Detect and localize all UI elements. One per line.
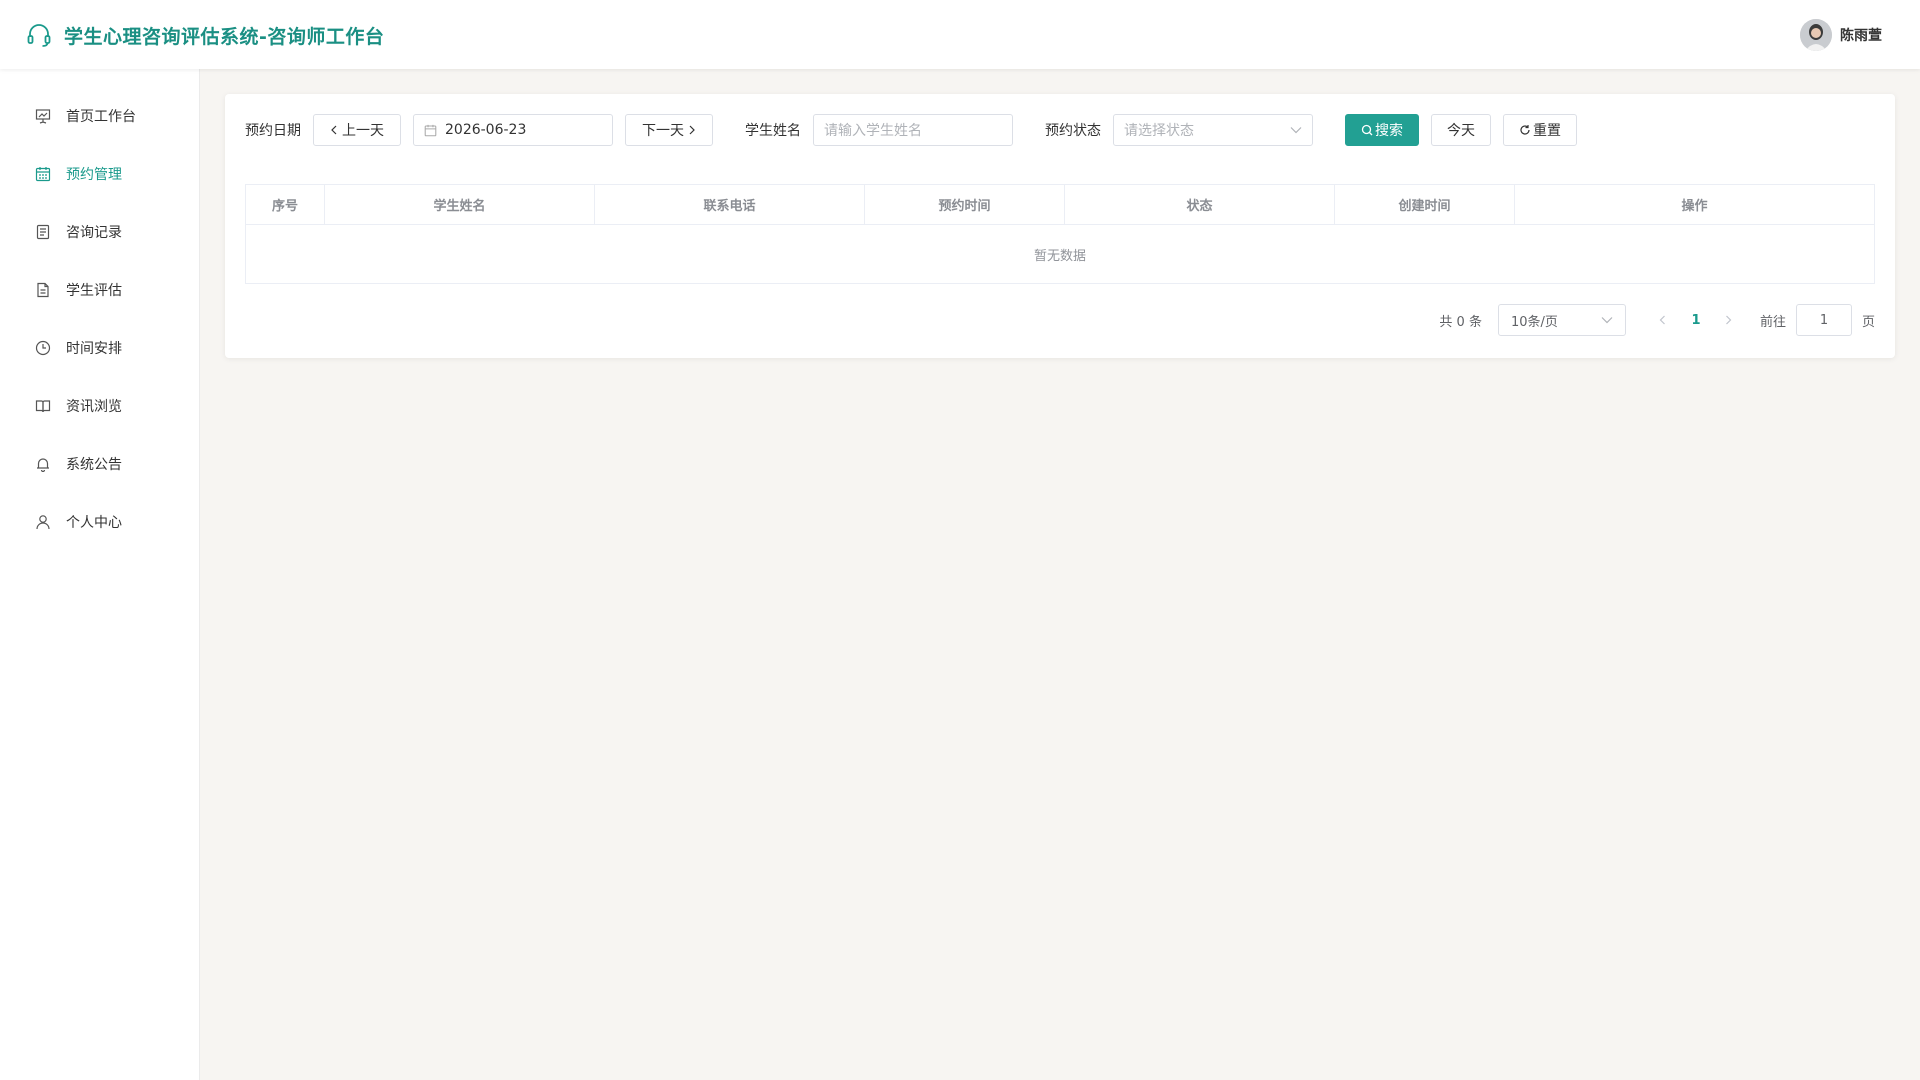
student-name-input[interactable]: 请输入学生姓名 <box>813 114 1013 146</box>
search-label: 搜索 <box>1375 122 1403 138</box>
chevron-right-icon <box>688 125 696 135</box>
top-header: 学生心理咨询评估系统-咨询师工作台 陈雨萱 <box>0 0 1920 69</box>
brand: 学生心理咨询评估系统-咨询师工作台 <box>24 20 384 50</box>
sidebar-item-assessment[interactable]: 学生评估 <box>0 261 199 319</box>
reset-button[interactable]: 重置 <box>1503 114 1577 146</box>
sidebar-item-label: 个人中心 <box>66 515 122 531</box>
prev-day-button[interactable]: 上一天 <box>313 114 401 146</box>
sidebar-item-records[interactable]: 咨询记录 <box>0 203 199 261</box>
user-name[interactable]: 陈雨萱 <box>1840 25 1882 45</box>
filter-bar: 预约日期 上一天 2026-06-23 下一天 学生姓名 请输入学生姓名 预约状… <box>245 114 1875 146</box>
goto-label: 前往 <box>1759 314 1786 330</box>
sidebar-item-appointments[interactable]: 预约管理 <box>0 145 199 203</box>
user-menu[interactable]: 陈雨萱 <box>1800 19 1882 51</box>
chevron-left-icon <box>330 125 338 135</box>
app-title: 学生心理咨询评估系统-咨询师工作台 <box>64 25 385 48</box>
sidebar-item-announcements[interactable]: 系统公告 <box>0 435 199 493</box>
sidebar-item-home[interactable]: 首页工作台 <box>0 87 199 145</box>
presentation-icon <box>34 107 52 125</box>
goto-page-input[interactable]: 1 <box>1795 304 1852 336</box>
next-page-button[interactable] <box>1714 315 1744 325</box>
sidebar-item-schedule[interactable]: 时间安排 <box>0 319 199 377</box>
column-header[interactable]: 状态 <box>1065 185 1335 224</box>
sidebar-item-label: 首页工作台 <box>66 109 136 125</box>
column-header[interactable]: 序号 <box>246 185 325 224</box>
student-name-label: 学生姓名 <box>745 123 801 139</box>
sidebar-item-label: 预约管理 <box>66 167 122 183</box>
headset-icon <box>24 20 54 50</box>
record-icon <box>34 223 52 241</box>
sidebar-item-profile[interactable]: 个人中心 <box>0 493 199 551</box>
column-header[interactable]: 联系电话 <box>595 185 865 224</box>
appointments-table: 序号 学生姓名 联系电话 预约时间 状态 创建时间 操作 暂无数据 <box>245 184 1875 284</box>
next-day-label: 下一天 <box>642 122 684 138</box>
search-icon <box>1361 124 1373 136</box>
empty-state: 暂无数据 <box>1033 248 1086 264</box>
student-name-placeholder: 请输入学生姓名 <box>824 123 922 139</box>
goto-page: 前往 1 页 <box>1760 304 1875 336</box>
sidebar-item-news[interactable]: 资讯浏览 <box>0 377 199 435</box>
calendar-icon <box>34 165 52 183</box>
column-header[interactable]: 操作 <box>1515 185 1874 224</box>
sidebar-item-label: 学生评估 <box>66 283 122 299</box>
column-header[interactable]: 创建时间 <box>1335 185 1515 224</box>
prev-day-label: 上一天 <box>342 122 384 138</box>
avatar[interactable] <box>1800 19 1832 51</box>
sidebar-item-label: 咨询记录 <box>66 225 122 241</box>
user-icon <box>34 513 52 531</box>
document-icon <box>34 281 52 299</box>
sidebar: 首页工作台 预约管理 咨询记录 学生评估 时间安排 资讯浏览 系统公告 个人中心 <box>0 69 200 1080</box>
pagination: 共 0 条 10条/页 1 前往 1 页 <box>245 304 1875 336</box>
book-icon <box>34 397 52 415</box>
page-number-current[interactable]: 1 <box>1678 313 1714 328</box>
search-button[interactable]: 搜索 <box>1345 114 1419 146</box>
sidebar-menu: 首页工作台 预约管理 咨询记录 学生评估 时间安排 资讯浏览 系统公告 个人中心 <box>0 69 199 551</box>
today-button[interactable]: 今天 <box>1431 114 1491 146</box>
appointment-card: 预约日期 上一天 2026-06-23 下一天 学生姓名 请输入学生姓名 预约状… <box>225 94 1895 358</box>
main-content: 预约日期 上一天 2026-06-23 下一天 学生姓名 请输入学生姓名 预约状… <box>225 94 1895 358</box>
status-label: 预约状态 <box>1045 123 1101 139</box>
table-header: 序号 学生姓名 联系电话 预约时间 状态 创建时间 操作 <box>246 185 1874 225</box>
status-placeholder: 请选择状态 <box>1124 123 1194 139</box>
date-label: 预约日期 <box>245 123 301 139</box>
page-size-select[interactable]: 10条/页 <box>1497 304 1626 336</box>
today-label: 今天 <box>1447 122 1475 138</box>
column-header[interactable]: 学生姓名 <box>325 185 595 224</box>
status-select[interactable]: 请选择状态 <box>1113 114 1313 146</box>
page-suffix: 页 <box>1861 314 1875 330</box>
sidebar-item-label: 资讯浏览 <box>66 399 122 415</box>
date-picker[interactable]: 2026-06-23 <box>413 114 613 146</box>
next-day-button[interactable]: 下一天 <box>625 114 713 146</box>
column-header[interactable]: 预约时间 <box>865 185 1065 224</box>
chevron-right-icon <box>1726 315 1732 325</box>
reset-label: 重置 <box>1533 122 1561 138</box>
chevron-down-icon <box>1601 316 1613 324</box>
total-count: 共 0 条 <box>1439 314 1482 330</box>
chevron-down-icon <box>1290 126 1302 134</box>
sidebar-item-label: 时间安排 <box>66 341 122 357</box>
chevron-left-icon <box>1660 315 1666 325</box>
date-value: 2026-06-23 <box>445 122 527 138</box>
page-size-value: 10条/页 <box>1510 314 1558 330</box>
calendar-icon <box>424 124 437 137</box>
sidebar-item-label: 系统公告 <box>66 457 122 473</box>
refresh-icon <box>1519 124 1531 136</box>
clock-icon <box>34 339 52 357</box>
bell-icon <box>34 455 52 473</box>
prev-page-button[interactable] <box>1648 315 1678 325</box>
